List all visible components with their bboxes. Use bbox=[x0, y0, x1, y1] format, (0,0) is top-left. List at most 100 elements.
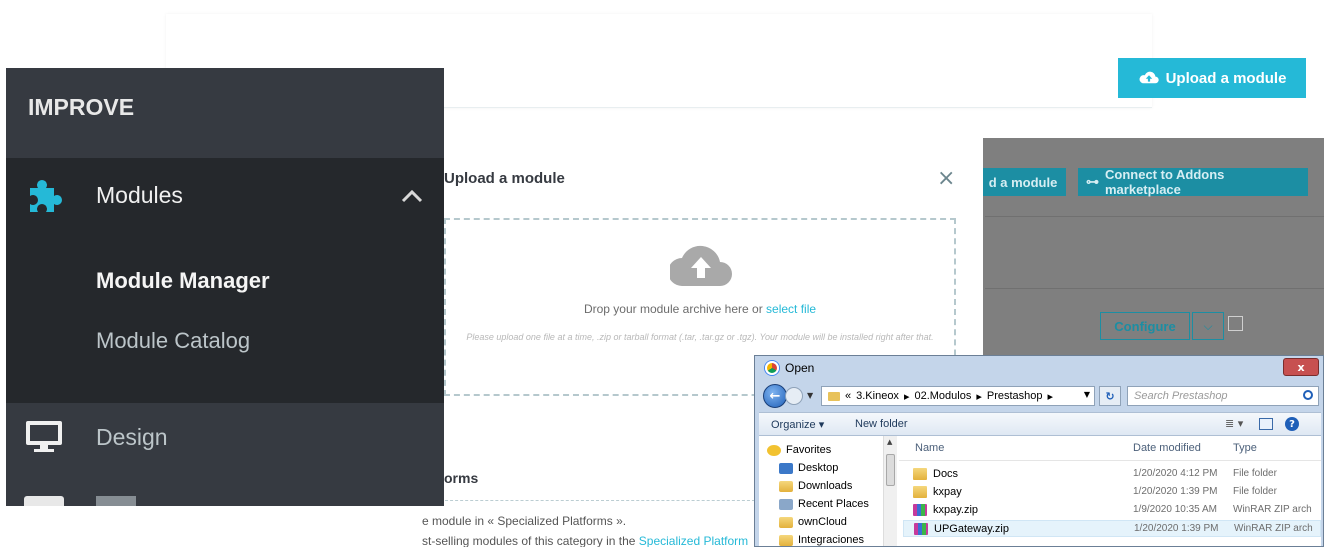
file-row[interactable]: Docs 1/20/2020 4:12 PM File folder bbox=[903, 466, 1321, 483]
section-text: st-selling modules of this category in t… bbox=[422, 534, 748, 547]
file-row[interactable]: kxpay.zip 1/9/2020 10:35 AM WinRAR ZIP a… bbox=[903, 502, 1321, 519]
sidebar-next-icon bbox=[24, 496, 64, 506]
nav-label: Integraciones bbox=[798, 534, 865, 546]
folder-icon bbox=[779, 516, 793, 528]
folder-icon bbox=[828, 391, 840, 401]
file-type: WinRAR ZIP arch bbox=[1233, 504, 1312, 515]
nav-scrollbar[interactable]: ▲ bbox=[883, 436, 897, 546]
drop-text: Drop your module archive here or bbox=[583, 302, 767, 316]
file-date: 1/9/2020 10:35 AM bbox=[1133, 504, 1217, 515]
path-separator: ▸ bbox=[1047, 390, 1054, 403]
history-dropdown-icon[interactable]: ▼ bbox=[807, 391, 813, 400]
navigation-pane: Favorites Desktop Downloads Recent Place… bbox=[759, 436, 883, 546]
platforms-section: orms e module in « Specialized Platforms… bbox=[400, 456, 760, 547]
help-icon[interactable]: ? bbox=[1285, 417, 1299, 431]
file-name-text: Docs bbox=[933, 468, 959, 480]
section-divider bbox=[440, 500, 760, 501]
file-type: File folder bbox=[1233, 486, 1277, 497]
upload-hint: Please upload one file at a time, .zip o… bbox=[466, 332, 934, 342]
scroll-thumb[interactable] bbox=[886, 454, 895, 486]
dialog-close-button[interactable]: x bbox=[1283, 358, 1319, 376]
nav-integraciones[interactable]: Integraciones bbox=[779, 532, 865, 546]
select-file-link[interactable]: select file bbox=[766, 302, 816, 316]
refresh-icon[interactable]: ↻ bbox=[1099, 386, 1121, 406]
screenshot-stage: Upload a module d a module ⊶ Connect to … bbox=[0, 0, 1324, 547]
nav-owncloud[interactable]: ownCloud bbox=[779, 514, 847, 530]
upload-module-button[interactable]: Upload a module bbox=[1118, 58, 1306, 98]
address-dropdown-icon[interactable]: ▼ bbox=[1084, 390, 1090, 399]
preview-pane-icon[interactable] bbox=[1259, 418, 1273, 430]
modal-title: Upload a module bbox=[444, 170, 565, 187]
file-name-text: UPGateway.zip bbox=[934, 523, 1009, 535]
forward-arrow-icon[interactable] bbox=[785, 387, 803, 405]
nav-downloads[interactable]: Downloads bbox=[779, 478, 852, 494]
nav-favorites[interactable]: Favorites bbox=[767, 442, 831, 458]
file-name: kxpay bbox=[913, 486, 962, 498]
dialog-title: Open bbox=[765, 361, 814, 375]
folder-icon bbox=[913, 468, 927, 480]
file-date: 1/20/2020 1:39 PM bbox=[1134, 523, 1219, 534]
winrar-zip-icon bbox=[914, 523, 928, 535]
backdrop-upload-button: d a module bbox=[980, 168, 1066, 196]
nav-desktop[interactable]: Desktop bbox=[779, 460, 838, 476]
sidebar-subitem-module-manager[interactable]: Module Manager bbox=[96, 268, 270, 294]
scroll-up-icon[interactable]: ▲ bbox=[887, 438, 892, 446]
sidebar-heading: IMPROVE bbox=[28, 94, 135, 120]
specialized-platforms-link: Specialized Platform bbox=[638, 534, 749, 547]
path-segment[interactable]: 3.Kineox bbox=[856, 390, 899, 402]
path-overflow: « bbox=[845, 390, 852, 402]
column-header-type[interactable]: Type bbox=[1233, 442, 1257, 454]
file-name: Docs bbox=[913, 468, 958, 480]
search-icon bbox=[1303, 390, 1313, 400]
file-row-selected[interactable]: UPGateway.zip 1/20/2020 1:39 PM WinRAR Z… bbox=[903, 520, 1321, 537]
dialog-toolbar: Organize ▾ New folder ≣ ▾ ? bbox=[759, 412, 1321, 436]
column-header-date[interactable]: Date modified bbox=[1133, 442, 1201, 454]
sidebar-subitem-module-catalog[interactable]: Module Catalog bbox=[96, 328, 250, 354]
chevron-down-icon: ⌵ bbox=[1192, 312, 1224, 340]
cloud-upload-icon bbox=[670, 245, 732, 286]
sidebar-item-label: Modules bbox=[96, 182, 183, 208]
search-placeholder: Search Prestashop bbox=[1134, 390, 1228, 402]
sidebar-item-design[interactable]: Design bbox=[96, 424, 168, 451]
back-arrow-icon[interactable]: ← bbox=[763, 384, 787, 408]
nav-label: ownCloud bbox=[798, 516, 847, 528]
path-segment[interactable]: 02.Modulos bbox=[914, 390, 971, 402]
section-text-prefix: st-selling modules of this category in t… bbox=[422, 534, 639, 547]
nav-label: Downloads bbox=[798, 480, 853, 492]
folder-icon bbox=[779, 534, 793, 546]
configure-label: Configure bbox=[1114, 318, 1176, 334]
close-icon[interactable]: × bbox=[937, 168, 955, 190]
column-header-name[interactable]: Name bbox=[915, 442, 944, 454]
monitor-icon bbox=[26, 421, 62, 452]
file-name: UPGateway.zip bbox=[914, 523, 1009, 535]
path-segment[interactable]: Prestashop bbox=[987, 390, 1043, 402]
backdrop-upload-label: d a module bbox=[988, 174, 1058, 190]
connect-addons-button: ⊶ Connect to Addons marketplace bbox=[1078, 167, 1308, 197]
upload-module-label: Upload a module bbox=[1165, 69, 1287, 87]
star-icon bbox=[767, 444, 781, 456]
key-icon: ⊶ bbox=[1086, 174, 1099, 189]
address-bar[interactable]: « 3.Kineox ▸ 02.Modulos ▸ Prestashop ▸ ▼ bbox=[821, 386, 1095, 406]
section-title: orms bbox=[444, 470, 479, 486]
connect-addons-label: Connect to Addons marketplace bbox=[1105, 167, 1225, 197]
module-checkbox bbox=[1228, 316, 1243, 331]
sidebar-item-modules[interactable]: Modules Module Manager Module Catalog bbox=[6, 158, 444, 403]
desktop-icon bbox=[779, 462, 793, 474]
dialog-nav-buttons: ← ▼ bbox=[763, 384, 823, 408]
new-folder-button[interactable]: New folder bbox=[855, 418, 908, 430]
open-file-dialog: Open x ← ▼ « 3.Kineox ▸ 02.Modulos ▸ Pre… bbox=[754, 355, 1324, 547]
chrome-icon bbox=[765, 361, 779, 375]
winrar-zip-icon bbox=[913, 504, 927, 516]
file-name-text: kxpay.zip bbox=[933, 504, 979, 516]
views-icon[interactable]: ≣ ▾ bbox=[1225, 417, 1243, 430]
file-name: kxpay.zip bbox=[913, 504, 978, 516]
backdrop-divider bbox=[985, 288, 1324, 289]
organize-menu[interactable]: Organize ▾ bbox=[771, 418, 824, 431]
chevron-up-icon[interactable] bbox=[400, 188, 424, 204]
file-name-text: kxpay bbox=[933, 486, 962, 498]
nav-recent-places[interactable]: Recent Places bbox=[779, 496, 869, 512]
search-input[interactable]: Search Prestashop bbox=[1127, 386, 1319, 406]
file-date: 1/20/2020 1:39 PM bbox=[1133, 486, 1218, 497]
file-row[interactable]: kxpay 1/20/2020 1:39 PM File folder bbox=[903, 484, 1321, 501]
dialog-body: Favorites Desktop Downloads Recent Place… bbox=[759, 436, 1321, 546]
